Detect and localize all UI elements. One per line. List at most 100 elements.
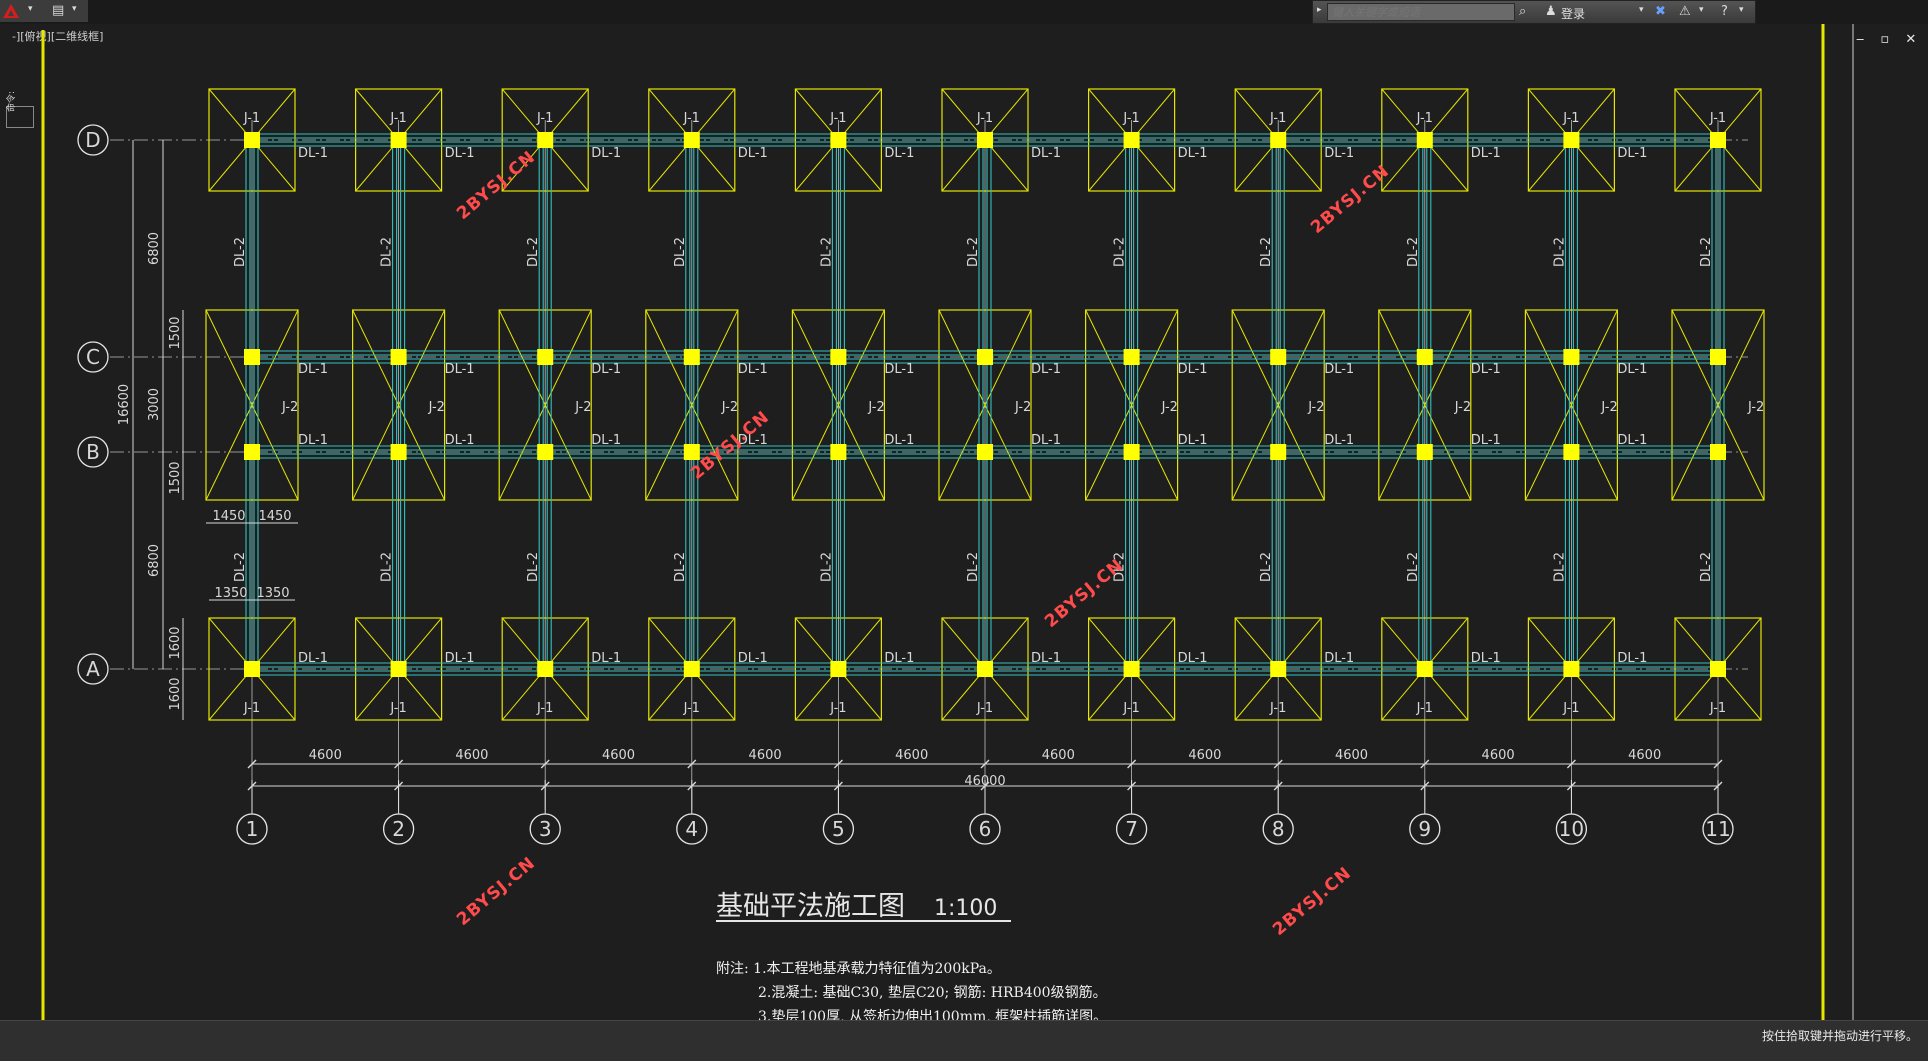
label-j1: J-1: [829, 111, 846, 126]
column: [1270, 132, 1287, 148]
column: [1563, 661, 1580, 677]
label-dl2: DL-2: [233, 552, 248, 582]
label-dl1: DL-1: [298, 362, 328, 377]
drawing-canvas[interactable]: J-1 J-1 J-2 DL-1 DL-1 DL-1 DL-1 DL-2 DL-2 J-1 J-1 J…: [0, 0, 1928, 1020]
label-j1: J-1: [389, 701, 406, 716]
label-j1: J-1: [1269, 111, 1286, 126]
column: [537, 349, 554, 365]
label-j2: J-2: [1747, 400, 1764, 415]
label-dl1: DL-1: [884, 146, 914, 161]
label-j1: J-1: [243, 701, 260, 716]
label-dl1: DL-1: [1031, 362, 1061, 377]
column: [1416, 444, 1433, 460]
column: [1710, 349, 1726, 365]
column: [1416, 349, 1433, 365]
footing-dim: 1450: [212, 509, 245, 524]
span-dimension: 4600: [602, 748, 635, 763]
label-j1: J-1: [683, 701, 700, 716]
footing-dim: 1350: [214, 586, 247, 601]
label-j2: J-2: [1600, 400, 1617, 415]
label-dl1: DL-1: [591, 362, 621, 377]
note-2: 2.混凝土: 基础C30, 垫层C20; 钢筋: HRB400级钢筋。: [758, 985, 1107, 1001]
axis-label-D: D: [85, 128, 100, 152]
label-j1: J-1: [1416, 701, 1433, 716]
label-dl2: DL-2: [673, 552, 688, 582]
vdim-1500: 1500: [168, 461, 183, 494]
label-dl1: DL-1: [1471, 146, 1501, 161]
label-j2: J-2: [1307, 400, 1324, 415]
status-text: 按住拾取键并拖动进行平移。: [1761, 1029, 1918, 1043]
label-j1: J-1: [829, 701, 846, 716]
label-j2: J-2: [867, 400, 884, 415]
label-dl2: DL-2: [819, 552, 834, 582]
column: [390, 132, 407, 148]
span-dimension: 4600: [1628, 748, 1661, 763]
label-j2: J-2: [721, 400, 738, 415]
column: [537, 444, 554, 460]
span-dimension: 4600: [1042, 748, 1075, 763]
column: [390, 661, 407, 677]
column: [830, 661, 847, 677]
label-j1: J-1: [1269, 701, 1286, 716]
vdim-6800: 6800: [147, 544, 162, 577]
column: [977, 661, 993, 677]
span-dimension: 4600: [749, 748, 782, 763]
span-dimension: 4600: [895, 748, 928, 763]
label-dl1: DL-1: [738, 362, 768, 377]
vdim-1600: 1600: [168, 626, 183, 659]
axis-label-B: B: [86, 440, 100, 464]
label-j1: J-1: [976, 701, 993, 716]
axis-label-C: C: [86, 345, 100, 369]
label-dl2: DL-2: [966, 552, 981, 582]
label-j1: J-1: [243, 111, 260, 126]
label-j1: J-1: [683, 111, 700, 126]
span-dimension: 4600: [1335, 748, 1368, 763]
label-dl1: DL-1: [1178, 362, 1208, 377]
label-j1: J-1: [1709, 701, 1726, 716]
label-j2: J-2: [1161, 400, 1178, 415]
label-dl1: DL-1: [884, 651, 914, 666]
column: [1416, 661, 1433, 677]
label-dl1: DL-1: [1617, 651, 1647, 666]
column: [977, 444, 993, 460]
column: [1416, 132, 1433, 148]
label-j1: J-1: [1416, 111, 1433, 126]
label-dl1: DL-1: [298, 433, 328, 448]
label-dl1: DL-1: [1471, 651, 1501, 666]
total-dimension: 46000: [964, 774, 1005, 789]
vdim-1600: 1600: [168, 677, 183, 710]
label-dl2: DL-2: [819, 237, 834, 267]
label-dl1: DL-1: [1617, 362, 1647, 377]
label-dl1: DL-1: [1471, 362, 1501, 377]
label-dl1: DL-1: [1031, 433, 1061, 448]
label-j1: J-1: [389, 111, 406, 126]
vdim-6800: 6800: [147, 232, 162, 265]
footing-dim: 1350: [256, 586, 289, 601]
label-dl2: DL-2: [673, 237, 688, 267]
note-1: 附注: 1.本工程地基承载力特征值为200kPa。: [716, 961, 1001, 977]
column: [1123, 444, 1140, 460]
column: [683, 349, 700, 365]
label-dl1: DL-1: [1617, 146, 1647, 161]
label-j2: J-2: [574, 400, 591, 415]
label-dl1: DL-1: [445, 362, 475, 377]
label-dl1: DL-1: [1471, 433, 1501, 448]
vdim-3000: 3000: [147, 388, 162, 421]
column: [977, 132, 993, 148]
column: [977, 349, 993, 365]
label-dl1: DL-1: [1617, 433, 1647, 448]
label-dl1: DL-1: [298, 146, 328, 161]
axis-label-1: 1: [246, 817, 259, 841]
axis-label-8: 8: [1272, 817, 1285, 841]
span-dimension: 4600: [455, 748, 488, 763]
column: [683, 444, 700, 460]
column: [244, 349, 260, 365]
label-dl2: DL-2: [526, 237, 541, 267]
label-dl2: DL-2: [1699, 237, 1714, 267]
label-dl1: DL-1: [445, 433, 475, 448]
label-dl1: DL-1: [591, 433, 621, 448]
label-j1: J-1: [1709, 111, 1726, 126]
column: [830, 132, 847, 148]
label-dl2: DL-2: [526, 552, 541, 582]
span-dimension: 4600: [309, 748, 342, 763]
